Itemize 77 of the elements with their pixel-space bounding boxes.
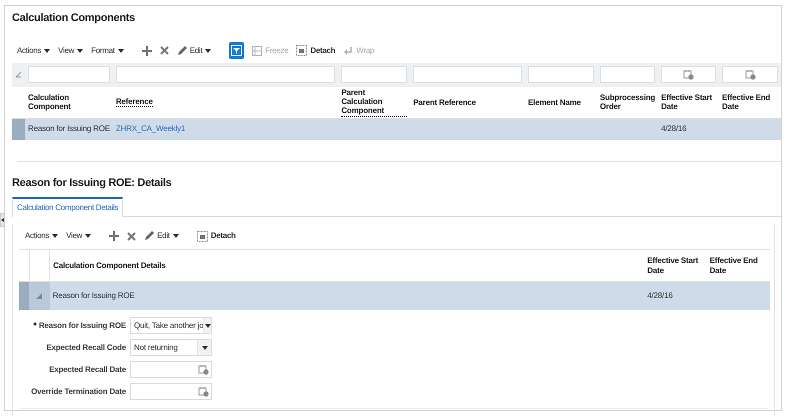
column-header[interactable]: Calculation Component <box>28 93 110 112</box>
wrap-icon <box>343 46 354 56</box>
filter-field[interactable] <box>528 66 594 83</box>
filter-field[interactable] <box>116 66 336 83</box>
menu-button[interactable]: View <box>66 230 92 242</box>
filter-field[interactable] <box>28 66 110 83</box>
dropdown-field[interactable]: Not returning <box>130 339 212 356</box>
filter-field[interactable] <box>722 66 778 83</box>
delete-icon <box>127 232 136 240</box>
column-header[interactable]: Effective Start Date <box>661 93 716 112</box>
column-header[interactable]: Subprocessing Order <box>600 93 656 112</box>
field-label: Expected Recall Code <box>46 342 126 352</box>
edit-button[interactable]: Edit <box>176 44 212 56</box>
calendar-icon <box>683 69 694 80</box>
add-icon <box>142 46 152 56</box>
column-header[interactable]: Parent Reference <box>413 98 522 107</box>
add-icon <box>109 231 120 241</box>
window-icon <box>296 45 308 56</box>
date-field[interactable] <box>130 383 212 400</box>
grid-icon <box>252 46 262 56</box>
menu-button[interactable]: Actions <box>25 230 58 242</box>
caret-icon <box>204 324 211 328</box>
calendar-icon <box>198 364 209 375</box>
expand-icon[interactable] <box>36 292 42 299</box>
caret-icon <box>52 234 58 238</box>
window-icon <box>196 230 208 242</box>
filter-toggle-icon <box>15 70 22 78</box>
caret-icon <box>172 234 179 238</box>
filter-field[interactable] <box>600 66 656 83</box>
filter-button[interactable] <box>229 42 244 59</box>
detach-button[interactable]: Detach <box>196 230 236 242</box>
delete-button[interactable] <box>160 46 169 55</box>
column-header[interactable]: Calculation Component Details <box>53 260 642 270</box>
caret-icon <box>85 234 92 238</box>
filter-icon <box>231 45 242 56</box>
menu-button[interactable]: Format <box>91 44 124 56</box>
filter-field[interactable] <box>413 66 522 83</box>
delete-button[interactable] <box>127 232 136 240</box>
splitter-handle[interactable] <box>0 213 5 227</box>
filter-field[interactable] <box>661 66 716 83</box>
column-header[interactable]: Reference <box>116 97 153 108</box>
pencil-icon <box>144 231 154 241</box>
menu-button[interactable]: View <box>58 44 84 56</box>
add-button[interactable] <box>109 231 120 241</box>
caret-icon <box>205 48 212 52</box>
tab[interactable]: Calculation Component Details <box>12 197 124 217</box>
section-title: Reason for Issuing ROE: Details <box>12 176 172 190</box>
table-cell: 4/28/16 <box>647 290 673 300</box>
pencil-icon <box>176 46 187 56</box>
caret-icon <box>77 48 84 52</box>
calendar-icon <box>744 69 756 80</box>
column-header[interactable]: Effective End Date <box>710 256 767 275</box>
delete-icon <box>160 46 169 55</box>
add-button[interactable] <box>142 46 152 56</box>
caret-icon <box>118 48 124 52</box>
field-label: Expected Recall Date <box>49 364 126 374</box>
collapse-icon <box>1 218 4 222</box>
field-label: Override Termination Date <box>31 386 126 396</box>
filter-field[interactable] <box>341 66 408 83</box>
column-header[interactable]: Effective Start Date <box>647 256 704 275</box>
calendar-icon <box>198 386 209 397</box>
caret-icon <box>202 346 208 350</box>
detach-button[interactable]: Detach <box>296 44 336 56</box>
field-label: Reason for Issuing ROE <box>38 320 126 330</box>
row-selector[interactable] <box>12 118 25 140</box>
column-header[interactable]: Element Name <box>528 98 594 107</box>
table-cell: Reason for Issuing ROE <box>28 124 110 134</box>
table-cell: 4/28/16 <box>661 124 686 134</box>
reference-link[interactable]: ZHRX_CA_Weekly1 <box>116 124 186 134</box>
column-header[interactable]: Effective End Date <box>722 93 778 112</box>
section-title: Calculation Components <box>12 11 136 26</box>
table-cell: Reason for Issuing ROE <box>52 290 134 300</box>
date-field[interactable] <box>130 361 212 378</box>
column-header[interactable]: Parent Calculation Component <box>341 88 408 117</box>
edit-button[interactable]: Edit <box>144 230 179 242</box>
caret-icon <box>44 48 50 52</box>
menu-button[interactable]: Actions <box>17 44 50 56</box>
